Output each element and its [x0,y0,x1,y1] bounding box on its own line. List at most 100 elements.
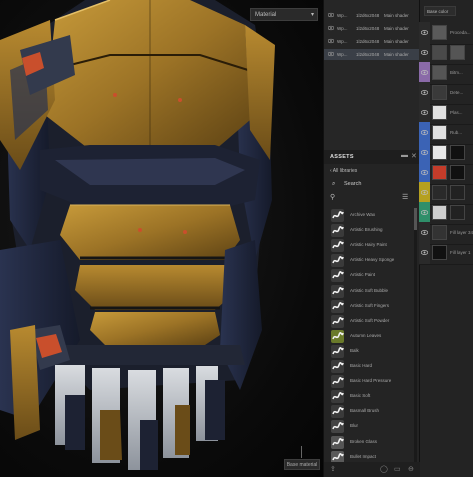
eye-icon[interactable] [421,130,428,135]
minimize-icon[interactable]: ▬ [401,152,408,159]
asset-list-item[interactable]: Autumn Leaves [328,329,414,344]
eye-icon[interactable] [421,30,428,35]
eye-icon[interactable] [421,230,428,235]
asset-list-item[interactable]: Basic Hard Pressure [328,374,414,389]
layer-name: Proceda... [450,30,471,35]
asset-name: Broken Glass [350,438,378,444]
eye-icon[interactable] [328,51,334,57]
asset-list-item[interactable]: Artistic Brushing [328,223,414,238]
layer-thumbnail [432,125,447,140]
asset-name: Artistic Heavy Sponge [350,257,395,263]
asset-list-item[interactable]: Basmall Brush [328,404,414,419]
texture-set-row[interactable]: Wp... 1l2d6x2048 Main shader [324,49,420,60]
layer-thumbnail [432,165,447,180]
mask-thumbnail [450,165,465,180]
viewport-mode-dropdown[interactable]: Material ▾ [250,8,318,21]
brush-icon [331,284,344,298]
asset-name: Artistic Soft Fingers [350,302,390,308]
texture-set-row[interactable]: Wp... 1l2d6x2048 Main shader [324,36,420,47]
asset-list-item[interactable]: Basic Soft [328,389,414,404]
asset-list-item[interactable]: Artistic Soft Powder [328,314,414,329]
asset-list-item[interactable]: Basic Hard [328,359,414,374]
eye-icon[interactable] [421,210,428,215]
3d-viewport[interactable]: Material ▾ Base material [0,0,323,477]
eye-icon[interactable] [421,70,428,75]
base-material-button[interactable]: Base material [284,459,320,470]
texture-set-name: Wp... [337,52,348,57]
brush-icon [331,360,344,373]
eye-icon[interactable] [421,110,428,115]
texture-set-name: Wp... [337,39,348,44]
brush-icon [331,390,344,404]
brush-icon [331,314,344,328]
asset-list-item[interactable]: Artistic Paint [328,268,414,283]
eye-icon[interactable] [421,90,428,95]
eye-icon[interactable] [328,38,334,44]
asset-list-item[interactable]: Artistic Soft Fingers [328,299,414,314]
scrollbar-thumb[interactable] [414,208,417,230]
library-label: All libraries [332,168,358,174]
brush-icon [331,254,344,268]
eye-icon[interactable] [421,50,428,55]
asset-name: Basic Hard Pressure [350,378,392,384]
asset-list-item[interactable]: Blur [328,419,414,434]
close-icon[interactable]: ✕ [411,152,417,160]
eye-icon[interactable] [328,12,334,18]
list-view-icon[interactable]: ☰ [402,193,408,201]
delete-icon[interactable]: ⊖ [408,465,414,473]
layer-name: Bitm... [450,70,463,75]
asset-name: Autumn Leaves [350,332,382,338]
eye-icon[interactable] [421,150,428,155]
asset-name: Artistic Paint [350,272,376,278]
mask-thumbnail [450,45,465,60]
asset-name: Basmall Brush [350,408,380,414]
asset-list-item[interactable]: Archive Wax [328,208,414,223]
brush-icon [331,405,344,419]
filter-icon[interactable]: ⚲ [330,193,335,201]
leaf-icon [331,329,344,343]
asset-name: Blur [350,423,359,429]
chevron-down-icon: ▾ [310,12,314,18]
brush-icon [331,269,344,283]
asset-name: Basic Hard [350,363,373,368]
eye-icon[interactable] [328,25,334,31]
search-input[interactable]: ⌕ Search [330,179,416,190]
asset-list-item[interactable]: Broken Glass [328,435,414,450]
layer-name: Dete... [450,90,464,95]
texture-set-name: Wp... [337,26,348,31]
glass-icon [331,435,344,449]
asset-name: Artistic Brushing [350,227,383,233]
eye-icon[interactable] [421,250,428,255]
texture-set-shader: Main shader [384,39,409,44]
eye-icon[interactable] [421,190,428,195]
library-selector[interactable]: ‹ All libraries [330,168,357,174]
eye-icon[interactable] [421,170,428,175]
asset-list-item[interactable]: Artistic Heavy Sponge [328,253,414,268]
texture-set-shader: Main shader [384,52,409,57]
asset-list-item[interactable]: Artistic Soft Bubble [328,284,414,299]
import-icon[interactable]: ⇪ [330,465,336,473]
layer-thumbnail [432,185,447,200]
layer-thumbnail [432,105,447,120]
layer-name: Fill layer 34 [450,230,473,235]
asset-name: Artistic Soft Bubble [350,287,389,293]
texture-set-shader: Main shader [384,26,409,31]
blur-icon [331,420,344,434]
asset-list-item[interactable]: Artistic Hairy Paint [328,238,414,253]
search-icon: ⌕ [332,181,336,187]
texture-set-shader: Main shader [384,13,409,18]
grid-icon[interactable]: ◯ [380,465,388,473]
layer-thumbnail [432,245,447,260]
assets-title: ASSETS [330,154,354,160]
brush-icon [331,344,344,358]
asset-name: Balk [350,347,359,353]
new-folder-icon[interactable]: ▭ [394,465,401,473]
scrollbar-track[interactable] [414,208,417,463]
layer-row[interactable]: Fill layer 1 [419,242,473,265]
asset-list-item[interactable]: Balk [328,344,414,359]
texture-set-row[interactable]: Wp... 1l2d6x2048 Main shader [324,10,420,21]
texture-set-resolution: 1l2d6x2048 [356,39,380,44]
blend-mode-dropdown[interactable]: Base color [424,6,456,16]
texture-set-row[interactable]: Wp... 1l2d6x2048 Main shader [324,23,420,34]
texture-set-resolution: 1l2d6x2048 [356,52,380,57]
